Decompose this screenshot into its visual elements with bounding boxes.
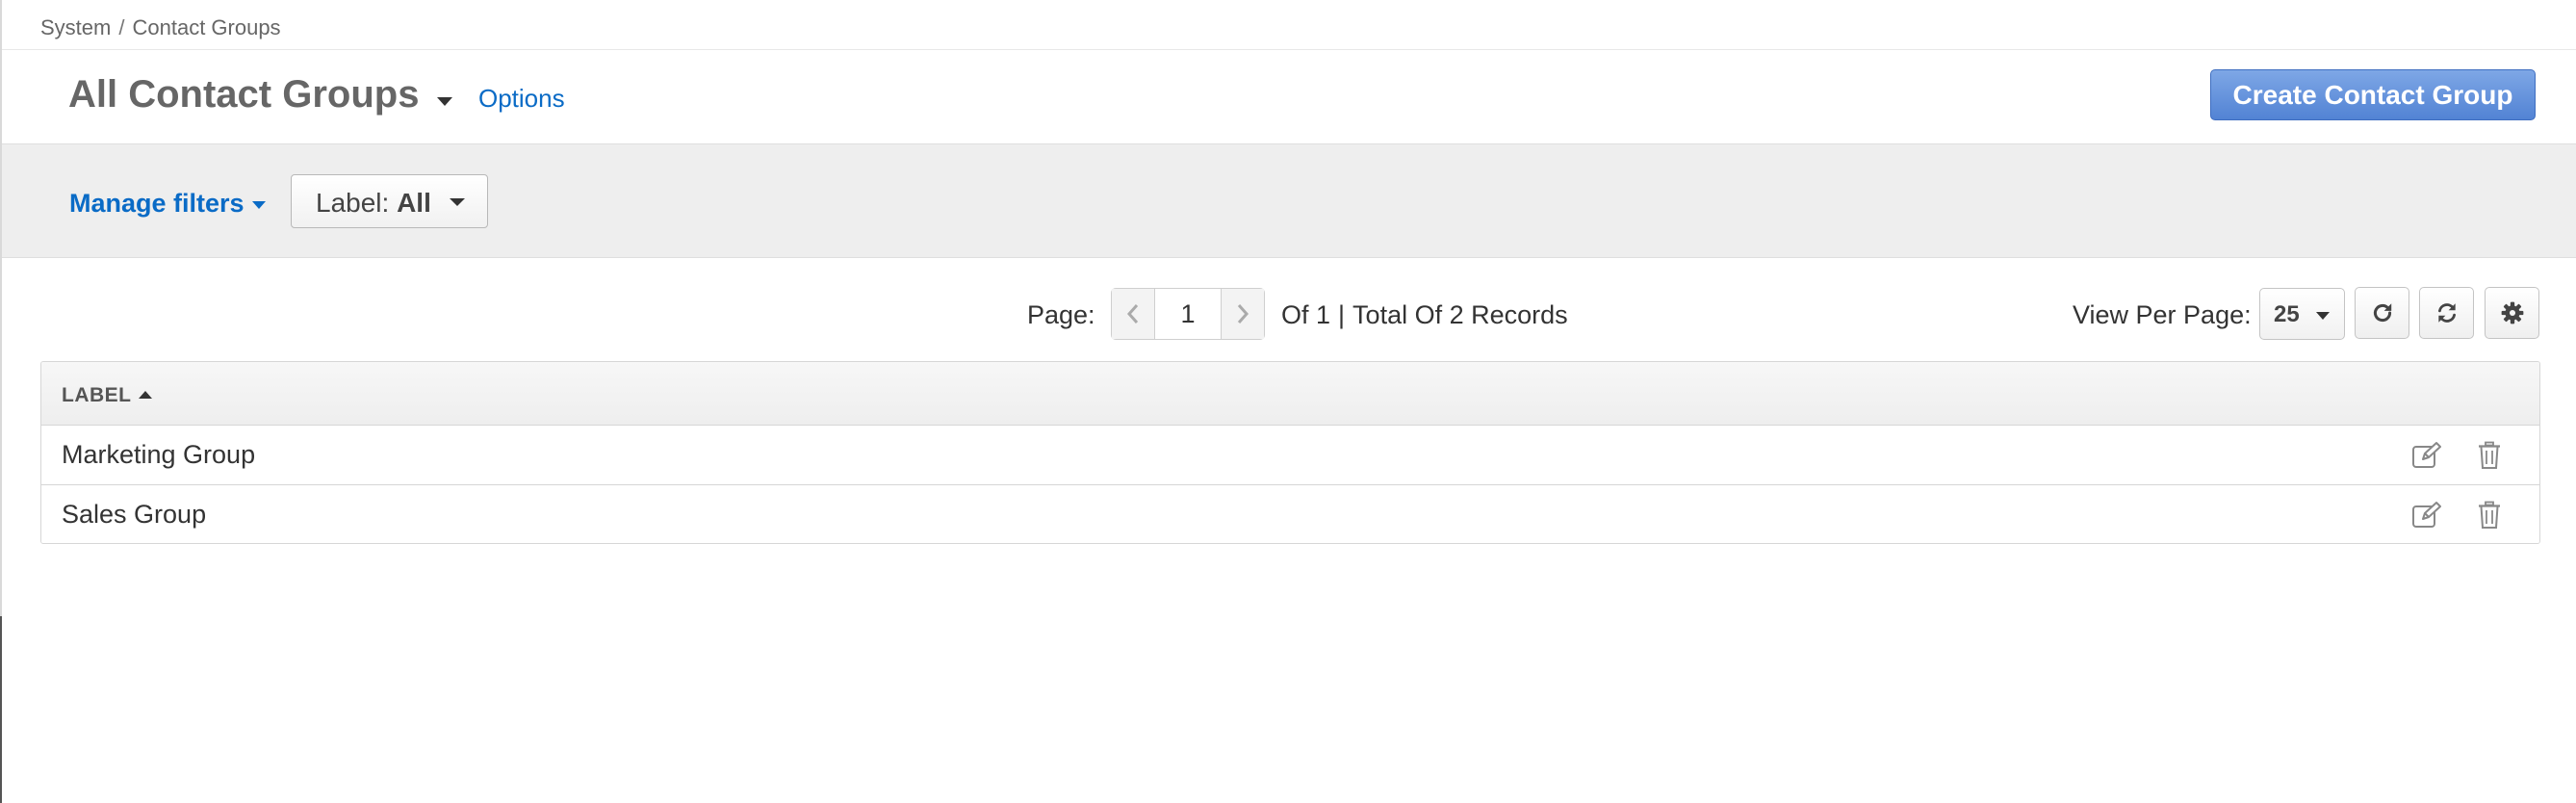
breadcrumb-divider: [2, 49, 2576, 50]
table-row[interactable]: Marketing Group: [41, 426, 2539, 484]
page-summary: Of 1 | Total Of 2 Records: [1281, 300, 1568, 330]
sync-icon: [2437, 303, 2456, 323]
pager: [1111, 288, 1265, 340]
manage-filters-button[interactable]: Manage filters: [69, 189, 245, 219]
column-header-label-text: LABEL: [62, 384, 132, 406]
page-of-text: Of 1: [1281, 300, 1331, 329]
label-filter-caret-icon: [450, 198, 465, 206]
label-filter-text: Label: All: [316, 188, 431, 219]
sort-ascending-icon: [138, 391, 152, 399]
per-page-select[interactable]: 25: [2259, 288, 2345, 340]
edit-icon: [2412, 442, 2441, 468]
row-label: Marketing Group: [62, 440, 256, 469]
breadcrumb: System / Contact Groups: [40, 15, 281, 40]
per-page-value: 25: [2274, 301, 2300, 327]
edit-row-button[interactable]: [2410, 499, 2443, 531]
breadcrumb-separator: /: [118, 15, 125, 39]
trash-icon: [2479, 441, 2500, 469]
chevron-right-icon: [1237, 304, 1249, 324]
breadcrumb-item-contact-groups: Contact Groups: [132, 15, 281, 39]
edit-icon: [2412, 502, 2441, 528]
column-header-label[interactable]: LABEL: [62, 384, 152, 407]
chevron-left-icon: [1126, 304, 1139, 324]
label-filter-name: Label:: [316, 188, 390, 218]
create-contact-group-button[interactable]: Create Contact Group: [2210, 69, 2536, 120]
options-link[interactable]: Options: [478, 84, 565, 114]
refresh-button[interactable]: [2355, 287, 2409, 339]
breadcrumb-item-system[interactable]: System: [40, 15, 111, 39]
page-summary-divider: |: [1338, 300, 1346, 329]
label-filter-dropdown[interactable]: Label: All: [291, 174, 488, 228]
label-filter-value: All: [397, 188, 431, 218]
page-number-input[interactable]: [1155, 289, 1221, 339]
table-row[interactable]: Sales Group: [41, 484, 2539, 543]
window-left-edge-shadow: [0, 616, 2, 803]
per-page-caret-icon: [2316, 312, 2330, 320]
total-records-text: Total Of 2 Records: [1352, 300, 1568, 329]
view-per-page-label: View Per Page:: [2073, 300, 2252, 329]
refresh-icon: [2373, 303, 2391, 323]
delete-row-button[interactable]: [2473, 499, 2506, 531]
reset-button[interactable]: [2419, 287, 2474, 339]
row-label: Sales Group: [62, 500, 207, 529]
grid-settings-button[interactable]: [2485, 287, 2539, 339]
manage-filters-caret-icon: [252, 201, 266, 209]
table-header: LABEL: [41, 362, 2539, 426]
page-label: Page:: [1027, 300, 1095, 329]
view-switch-caret-icon[interactable]: [437, 97, 452, 106]
prev-page-button[interactable]: [1112, 289, 1155, 339]
trash-icon: [2479, 501, 2500, 529]
gear-icon: [2501, 301, 2523, 324]
page-title: All Contact Groups: [68, 73, 420, 116]
next-page-button[interactable]: [1221, 289, 1264, 339]
contact-groups-table: LABEL Marketing Group Sales Group: [40, 361, 2540, 544]
delete-row-button[interactable]: [2473, 439, 2506, 472]
edit-row-button[interactable]: [2410, 439, 2443, 472]
